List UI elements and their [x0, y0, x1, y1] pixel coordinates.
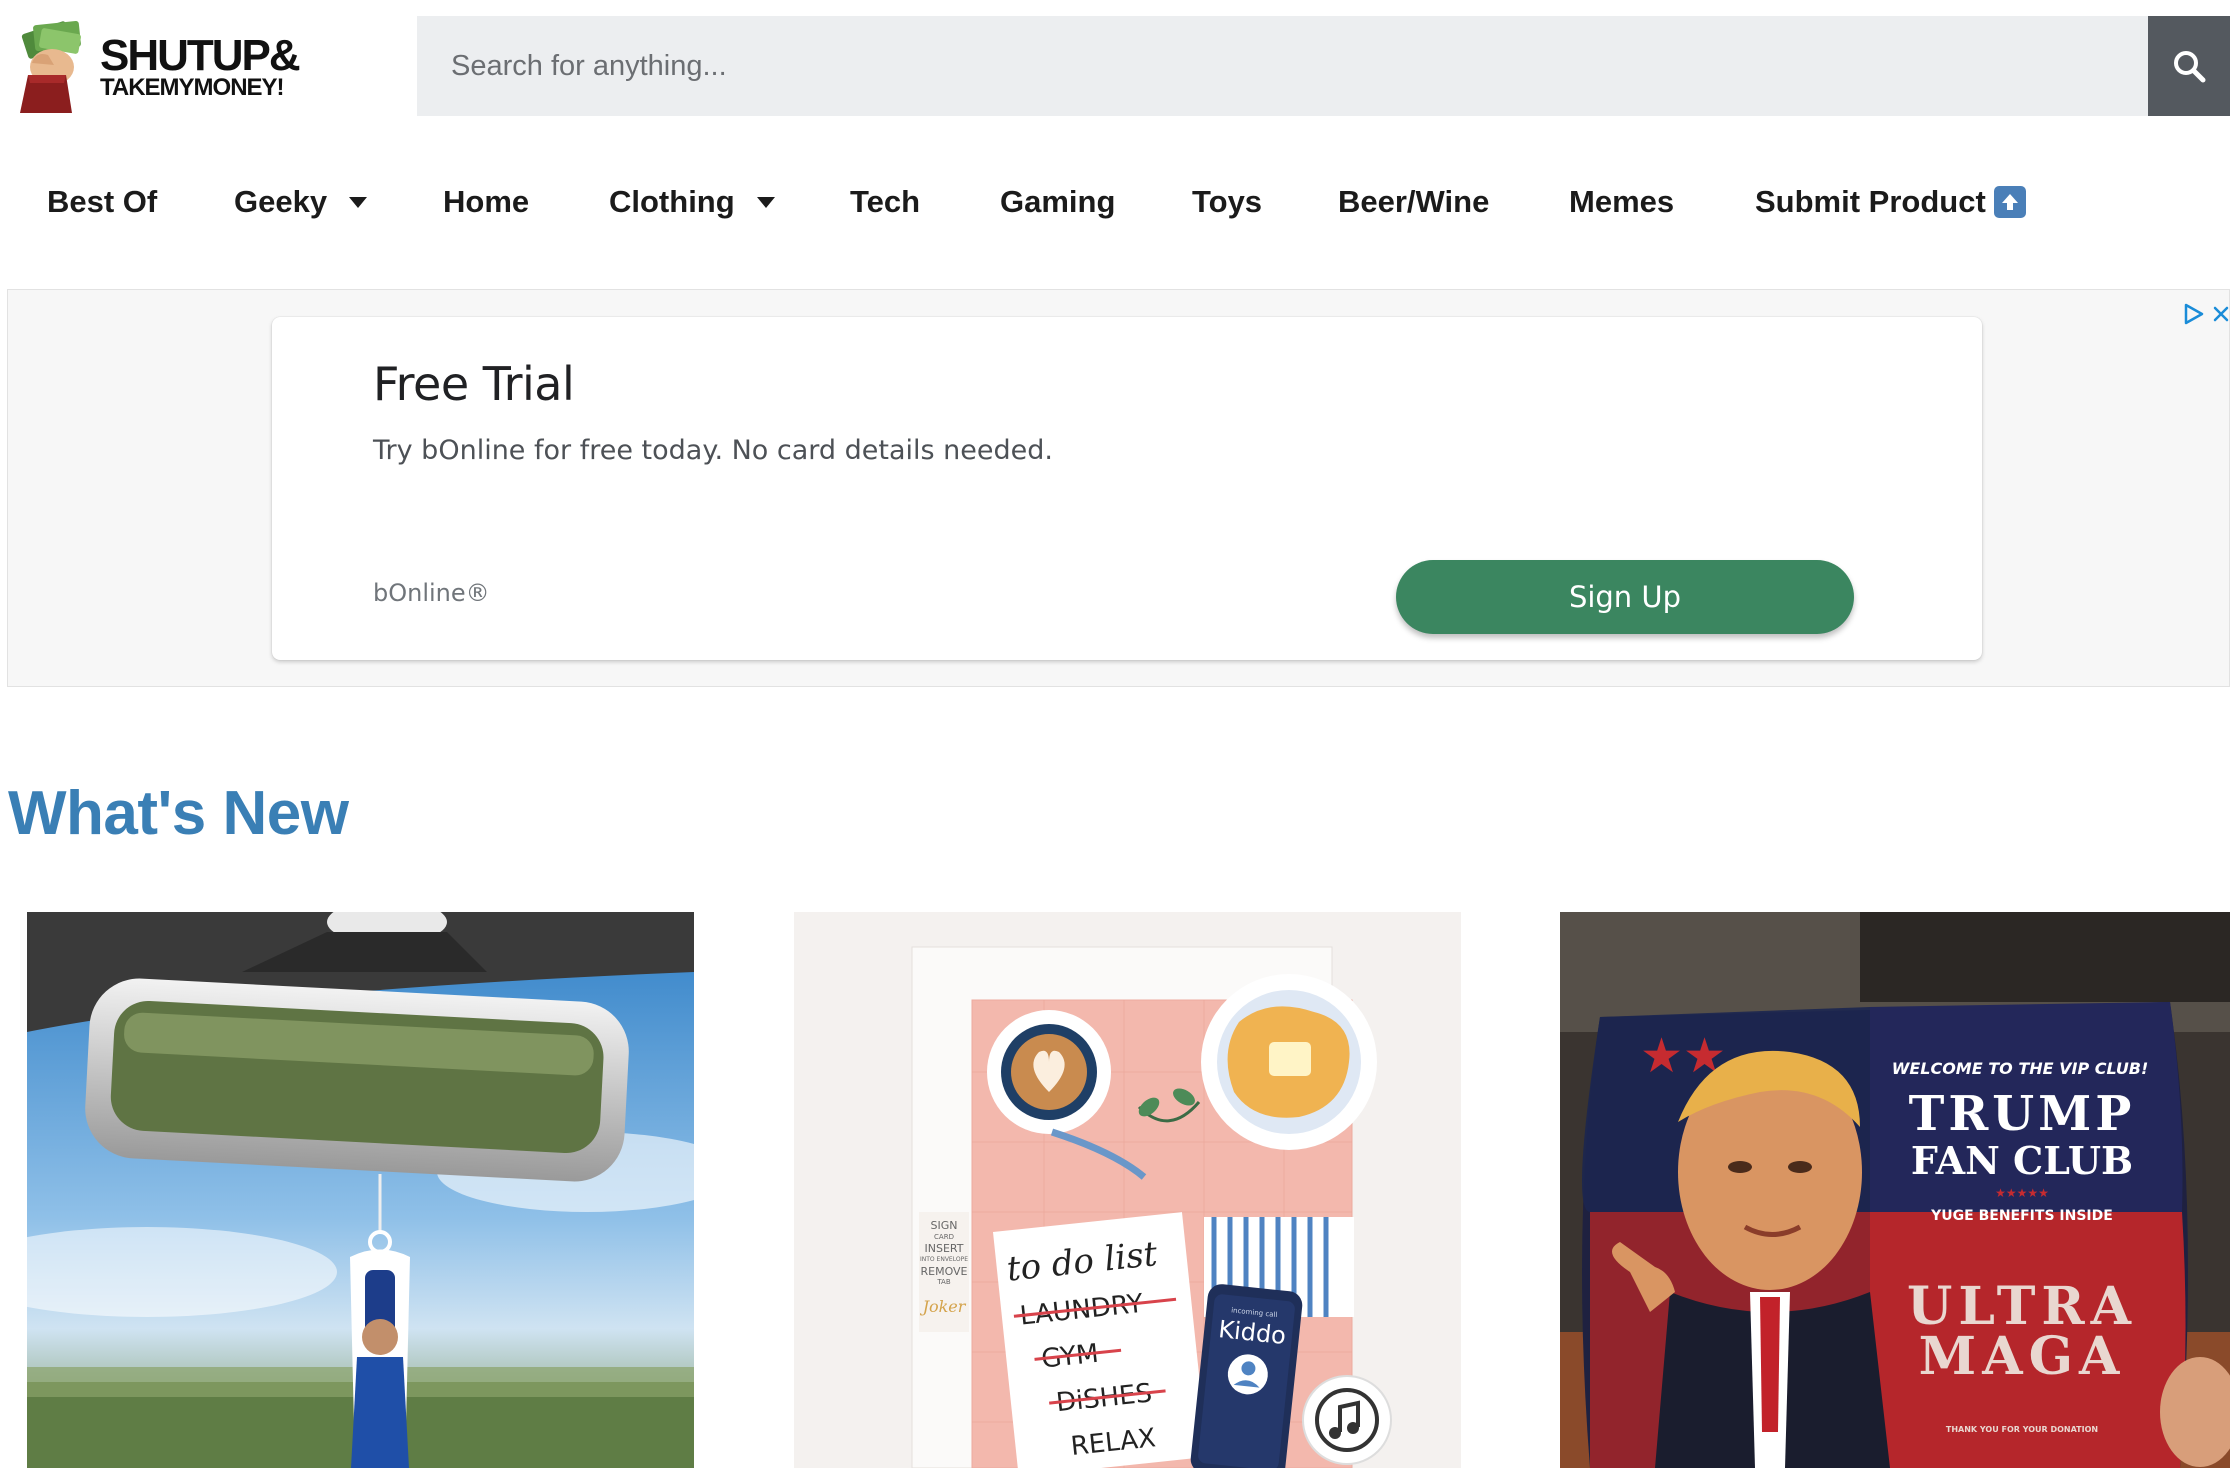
- ad-badges: [2181, 302, 2229, 326]
- search-button[interactable]: [2148, 16, 2230, 116]
- nav-item-label: Tech: [850, 184, 921, 219]
- side-tab-line: CARD: [934, 1233, 954, 1241]
- nav-item-toys[interactable]: Toys: [1192, 180, 1262, 224]
- logo-subtitle: TAKEMYMONEY!: [100, 73, 285, 101]
- nav-item-gaming[interactable]: Gaming: [1000, 180, 1115, 224]
- product-card[interactable]: SIGN CARD INSERT INTO ENVELOPE REMOVE TA…: [794, 912, 1461, 1468]
- chevron-down-icon: [756, 196, 775, 208]
- close-icon[interactable]: [2211, 303, 2229, 325]
- ad-brand: bOnline®: [373, 579, 490, 607]
- sign-up-button[interactable]: Sign Up: [1396, 560, 1854, 634]
- nav-item-geeky[interactable]: Geeky: [234, 180, 368, 224]
- nav-item-label: Memes: [1569, 184, 1675, 219]
- package-slogan-line2: MAGA: [1919, 1326, 2126, 1387]
- package-tagline: WELCOME TO THE VIP CLUB!: [1892, 1059, 2149, 1078]
- nav-item-best-of[interactable]: Best Of: [47, 180, 157, 224]
- site-logo[interactable]: SHUTUP& TAKEMYMONEY!: [14, 14, 304, 119]
- nav-item-label: Geeky: [234, 184, 328, 219]
- side-tab-line: TAB: [936, 1278, 951, 1286]
- chevron-down-icon: [349, 196, 368, 208]
- nav-item-memes[interactable]: Memes: [1569, 180, 1674, 224]
- product-card[interactable]: [27, 912, 694, 1468]
- side-tab-brand: Joker: [920, 1297, 967, 1316]
- site-header: SHUTUP& TAKEMYMONEY!: [0, 0, 2230, 130]
- air-freshener-mirror-image: [27, 912, 694, 1468]
- search-icon: [2174, 51, 2206, 83]
- to-do-list-card-image: SIGN CARD INSERT INTO ENVELOPE REMOVE TA…: [794, 912, 1461, 1468]
- package-title-line2: FAN CLUB: [1911, 1138, 2133, 1183]
- logo-title: SHUTUP&: [100, 30, 301, 80]
- nav-item-label: Submit Product: [1755, 184, 1986, 219]
- package-footer: THANK YOU FOR YOUR DONATION: [1946, 1425, 2098, 1434]
- up-arrow-icon: [1993, 186, 2026, 218]
- nav-item-tech[interactable]: Tech: [850, 180, 920, 224]
- search-input[interactable]: [417, 16, 2148, 116]
- side-tab-line: INTO ENVELOPE: [920, 1256, 968, 1263]
- side-tab-line: INSERT: [925, 1242, 964, 1255]
- nav-item-submit-product[interactable]: Submit Product: [1755, 180, 2026, 224]
- package-title-line1: TRUMP: [1909, 1086, 2136, 1142]
- section-title: What's New: [8, 779, 349, 848]
- money-fist-logo-icon: [20, 20, 81, 113]
- side-tab-line: REMOVE: [920, 1265, 967, 1278]
- nav-item-clothing[interactable]: Clothing: [609, 180, 775, 224]
- package-stars: ★★★★★: [1995, 1186, 2049, 1200]
- nav-item-label: Best Of: [47, 184, 158, 219]
- side-tab-line: SIGN: [931, 1219, 958, 1232]
- adchoices-icon[interactable]: [2181, 302, 2205, 326]
- product-card[interactable]: ★★ WELCOME TO THE VIP CLUB! TRUMP FAN CL…: [1560, 912, 2230, 1468]
- nav-item-label: Beer/Wine: [1338, 184, 1490, 219]
- ad-card[interactable]: Free Trial Try bOnline for free today. N…: [272, 317, 1982, 660]
- nav-item-beer-wine[interactable]: Beer/Wine: [1338, 180, 1489, 224]
- nav-item-label: Toys: [1192, 184, 1263, 219]
- nav-item-home[interactable]: Home: [443, 180, 529, 224]
- main-nav: Best Of Geeky Home Clothing Tech Gaming …: [0, 160, 2230, 244]
- trump-fan-club-package-image: ★★ WELCOME TO THE VIP CLUB! TRUMP FAN CL…: [1560, 912, 2230, 1468]
- nav-item-label: Home: [443, 184, 530, 219]
- nav-item-label: Clothing: [609, 184, 735, 219]
- package-subtitle: YUGE BENEFITS INSIDE: [1930, 1208, 2113, 1224]
- nav-item-label: Gaming: [1000, 184, 1116, 219]
- ad-title[interactable]: Free Trial: [373, 357, 575, 411]
- ad-description: Try bOnline for free today. No card deta…: [373, 435, 1053, 466]
